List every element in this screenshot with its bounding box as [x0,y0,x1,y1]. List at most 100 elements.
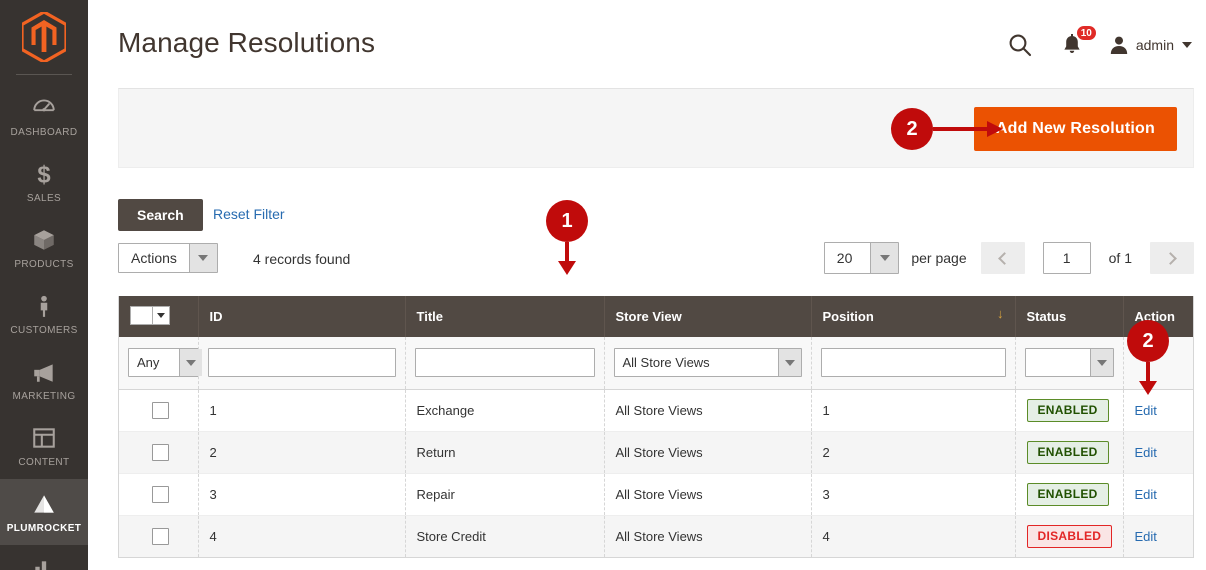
column-header-id[interactable]: ID [198,296,406,337]
filter-cell-store-view: All Store Views [604,337,812,390]
edit-link[interactable]: Edit [1135,487,1157,502]
row-checkbox[interactable] [152,401,169,419]
customers-icon [40,295,48,317]
records-found-text: 4 records found [253,251,351,267]
column-header-title[interactable]: Title [405,296,605,337]
arrow-down-icon [1139,362,1157,395]
filter-select-store-view[interactable]: All Store Views [613,348,802,378]
page-actions-toolbar: Add New Resolution [118,88,1194,168]
reports-icon [35,560,47,570]
row-checkbox[interactable] [152,443,169,461]
annotation-number: 2 [891,108,933,150]
arrow-down-icon [558,242,576,275]
cell-status: ENABLED [1015,431,1124,474]
reset-filter-link[interactable]: Reset Filter [213,206,285,222]
status-badge: ENABLED [1026,398,1109,422]
arrow-right-icon [933,121,1003,137]
notifications-button[interactable]: 10 [1057,25,1097,61]
cell-store-view: All Store Views [604,431,812,474]
column-header-select-all[interactable] [119,296,199,337]
cell-title: Exchange [405,389,605,432]
cell-action: Edit [1123,473,1193,516]
filter-input-id[interactable] [207,348,396,378]
chevron-down-icon[interactable] [152,307,169,324]
edit-link[interactable]: Edit [1135,529,1157,544]
table-row[interactable]: 3 Repair All Store Views 3 ENABLED Edit [119,473,1193,516]
table-row[interactable]: 4 Store Credit All Store Views 4 DISABLE… [119,515,1193,557]
arrow-down-icon: ↓ [997,306,1004,321]
column-header-position[interactable]: Position ↓ [811,296,1016,337]
sidebar-item-content[interactable]: CONTENT [0,413,88,479]
edit-link[interactable]: Edit [1135,445,1157,460]
sidebar-item-marketing[interactable]: MARKETING [0,347,88,413]
sidebar-item-label: DASHBOARD [10,126,78,138]
actions-dropdown[interactable]: Actions [118,243,218,273]
cell-id: 3 [198,473,406,516]
table-header-row: ID Title Store View Position ↓ Status Ac… [119,296,1193,337]
page-count-label: of 1 [1108,250,1132,266]
filter-cell-id [198,337,406,390]
filter-select-store-view-value: All Store Views [622,355,710,371]
filter-select-any[interactable]: Any [128,348,203,378]
admin-page: DASHBOARD $ SALES PRODUCTS CUSTOMERS MAR… [0,0,1206,570]
plumrocket-icon [34,494,54,513]
row-checkbox[interactable] [152,485,169,503]
admin-menu[interactable]: admin [1109,35,1192,55]
cell-position: 2 [811,431,1016,474]
row-select-cell [119,431,199,474]
filter-select-status[interactable] [1024,348,1114,378]
per-page-label: per page [911,250,967,266]
column-header-store-view[interactable]: Store View [604,296,812,337]
sidebar-item-reports[interactable]: REPORTS [0,545,88,570]
table-row[interactable]: 2 Return All Store Views 2 ENABLED Edit [119,431,1193,474]
marketing-icon [34,363,53,382]
next-page-button[interactable] [1150,242,1194,274]
cell-action: Edit [1123,431,1193,474]
edit-link[interactable]: Edit [1135,403,1157,418]
chevron-down-icon [179,349,202,377]
sidebar-item-plumrocket[interactable]: PLUMROCKET [0,479,88,545]
column-header-position-label: Position [822,309,874,324]
sidebar-item-dashboard[interactable]: DASHBOARD [0,83,88,149]
notification-count-badge: 10 [1075,25,1097,41]
chevron-right-icon [1164,251,1177,265]
annotation-number: 1 [546,200,588,242]
sidebar-divider [16,74,72,75]
select-all-checkbox[interactable] [131,307,152,324]
cell-store-view: All Store Views [604,389,812,432]
row-select-cell [119,473,199,516]
cell-id: 4 [198,515,406,557]
select-all-dropdown[interactable] [130,306,170,325]
row-checkbox[interactable] [152,527,169,545]
sales-icon: $ [37,161,50,186]
magento-logo-icon[interactable] [0,0,88,74]
filter-input-title[interactable] [414,348,595,378]
cell-position: 3 [811,473,1016,516]
search-icon-svg [1009,34,1031,57]
current-page-input[interactable] [1042,242,1091,274]
table-row[interactable]: 1 Exchange All Store Views 1 ENABLED Edi… [119,389,1193,432]
column-header-status[interactable]: Status [1015,296,1124,337]
content-icon [33,427,55,448]
per-page-dropdown[interactable]: 20 [823,242,900,274]
sidebar-item-customers[interactable]: CUSTOMERS [0,281,88,347]
admin-username: admin [1135,37,1174,53]
search-icon[interactable] [1003,28,1037,62]
products-icon [34,229,54,250]
annotation-marker-1: 1 [546,200,588,276]
table-filter-row: Any All Store Views [119,337,1193,390]
svg-text:$: $ [37,161,50,186]
sidebar-item-label: CUSTOMERS [10,324,78,336]
search-button[interactable]: Search [118,199,203,231]
grid-pager: 20 per page of 1 [823,242,1194,274]
sidebar: DASHBOARD $ SALES PRODUCTS CUSTOMERS MAR… [0,0,88,570]
previous-page-button[interactable] [980,242,1025,274]
sidebar-item-label: PRODUCTS [14,258,74,270]
sidebar-item-products[interactable]: PRODUCTS [0,215,88,281]
sidebar-item-label: PLUMROCKET [6,522,82,534]
sidebar-item-sales[interactable]: $ SALES [0,149,88,215]
cell-position: 1 [811,389,1016,432]
filter-select-any-value: Any [137,355,160,371]
magento-logo-svg [22,12,66,62]
filter-input-position[interactable] [820,348,1006,378]
